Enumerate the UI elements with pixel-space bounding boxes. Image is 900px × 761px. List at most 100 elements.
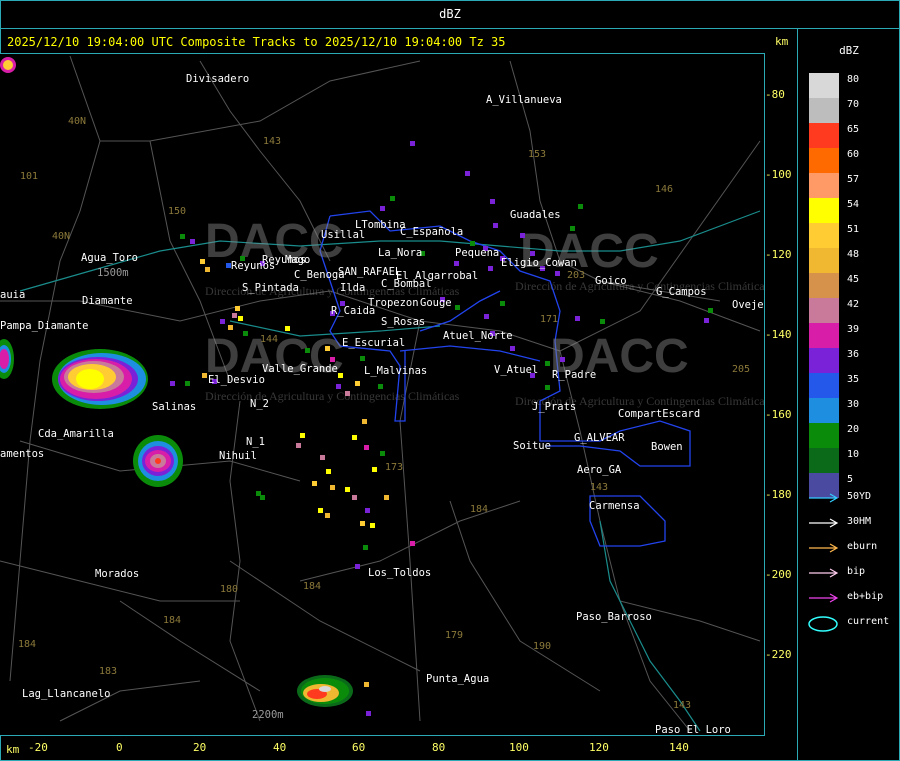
- place-label: Reyunos: [231, 260, 276, 272]
- place-label: C_Benoga: [294, 269, 345, 281]
- x-unit-label: km: [6, 743, 20, 756]
- place-label: R_Padre: [552, 369, 597, 381]
- route-label: 153: [528, 149, 547, 160]
- place-label: Gouge: [420, 297, 452, 309]
- legend-swatch-label: 20: [847, 424, 860, 435]
- radar-pixel: [238, 316, 243, 321]
- place-label: G_ALVEAR: [574, 432, 625, 444]
- y-tick: -140: [765, 328, 792, 341]
- legend-swatch: [809, 298, 839, 323]
- arrow-icon: [809, 493, 839, 503]
- place-label: Pequena: [455, 247, 500, 259]
- track-legend-label: eburn: [847, 541, 878, 552]
- radar-pixel: [378, 384, 383, 389]
- route-label: 190: [533, 641, 552, 652]
- legend-swatch: [809, 273, 839, 298]
- legend-title: dBZ: [839, 44, 859, 57]
- radar-pixel: [200, 259, 205, 264]
- radar-pixel: [390, 196, 395, 201]
- route-label: 184: [303, 581, 322, 592]
- place-label: Eligio_Cowan: [501, 257, 577, 269]
- ellipse-icon: [808, 616, 838, 632]
- radar-pixel: [363, 545, 368, 550]
- place-label: Punta_Agua: [426, 673, 490, 685]
- radar-pixel: [312, 481, 317, 486]
- radar-map[interactable]: DACC Dirección de Agricultura y Continge…: [0, 53, 765, 736]
- place-label: Carmensa: [589, 500, 640, 512]
- legend-swatch-label: 42: [847, 299, 860, 310]
- radar-pixel: [360, 521, 365, 526]
- legend-swatch-label: 70: [847, 99, 860, 110]
- route-label: 40N: [68, 116, 87, 127]
- radar-pixel: [170, 381, 175, 386]
- y-unit-label: km: [775, 35, 789, 48]
- radar-pixel: [364, 445, 369, 450]
- place-label: C_Española: [400, 226, 464, 238]
- radar-pixel: [545, 385, 550, 390]
- legend-swatch: [809, 123, 839, 148]
- place-label: Bowen: [651, 441, 683, 453]
- y-tick: -120: [765, 248, 792, 261]
- place-label: Diamante: [82, 295, 133, 307]
- route-label: 184: [163, 615, 182, 626]
- radar-pixel: [510, 346, 515, 351]
- legend-swatch: [809, 398, 839, 423]
- route-label: 171: [540, 314, 559, 325]
- place-label: Ovejer: [732, 299, 764, 311]
- radar-pixel: [205, 267, 210, 272]
- radar-pixel: [320, 455, 325, 460]
- x-tick: 20: [193, 741, 207, 754]
- radar-pixel: [560, 357, 565, 362]
- route-label: 179: [445, 630, 464, 641]
- radar-pixel: [410, 541, 415, 546]
- place-label: La_Nora: [378, 247, 423, 259]
- window-title: dBZ: [439, 7, 461, 21]
- radar-pixel: [355, 381, 360, 386]
- radar-pixel: [260, 495, 265, 500]
- legend-swatch: [809, 323, 839, 348]
- route-label: 203: [567, 270, 586, 281]
- radar-pixel: [296, 443, 301, 448]
- legend-panel: dBZ 80 70 65 60 57 54 51 48 45 42 39 36 35 30 20 10 5 50…: [798, 28, 900, 761]
- radar-pixel: [330, 485, 335, 490]
- radar-pixel: [380, 206, 385, 211]
- place-label: V_Atuel: [494, 364, 539, 376]
- radar-pixel: [575, 316, 580, 321]
- place-label: Goico: [595, 275, 627, 287]
- legend-swatch-label: 65: [847, 124, 860, 135]
- radar-pixel: [364, 682, 369, 687]
- radar-pixel: [360, 356, 365, 361]
- radar-pixel: [330, 357, 335, 362]
- radar-pixel: [380, 451, 385, 456]
- radar-echo: [3, 60, 13, 70]
- radar-pixel: [366, 711, 371, 716]
- place-label: A_Villanueva: [486, 94, 562, 106]
- legend-swatch: [809, 173, 839, 198]
- y-tick: -160: [765, 408, 792, 421]
- radar-pixel: [345, 391, 350, 396]
- radar-pixel: [465, 171, 470, 176]
- radar-pixel: [352, 495, 357, 500]
- place-label: Atuel_Norte: [443, 330, 513, 342]
- legend-swatch: [809, 373, 839, 398]
- x-tick: 40: [273, 741, 287, 754]
- arrow-icon: [809, 568, 839, 578]
- radar-pixel: [520, 233, 525, 238]
- place-label: E_Escurial: [342, 337, 406, 349]
- place-label: Tropezon: [368, 297, 419, 309]
- route-label: 143: [263, 136, 282, 147]
- place-label: CompartEscard: [618, 408, 701, 420]
- place-label: N_2: [250, 398, 269, 410]
- radar-pixel: [708, 308, 713, 313]
- radar-pixel: [484, 314, 489, 319]
- legend-swatch-label: 5: [847, 474, 854, 485]
- place-label: G_Campos: [656, 286, 707, 298]
- place-label: Valle_Grande: [262, 363, 338, 375]
- legend-swatch-label: 39: [847, 324, 860, 335]
- x-tick: 60: [352, 741, 366, 754]
- radar-pixel: [336, 384, 341, 389]
- arrow-icon: [809, 593, 839, 603]
- radar-pixel: [243, 331, 248, 336]
- legend-swatch: [809, 73, 839, 98]
- track-legend-label: current: [847, 616, 890, 627]
